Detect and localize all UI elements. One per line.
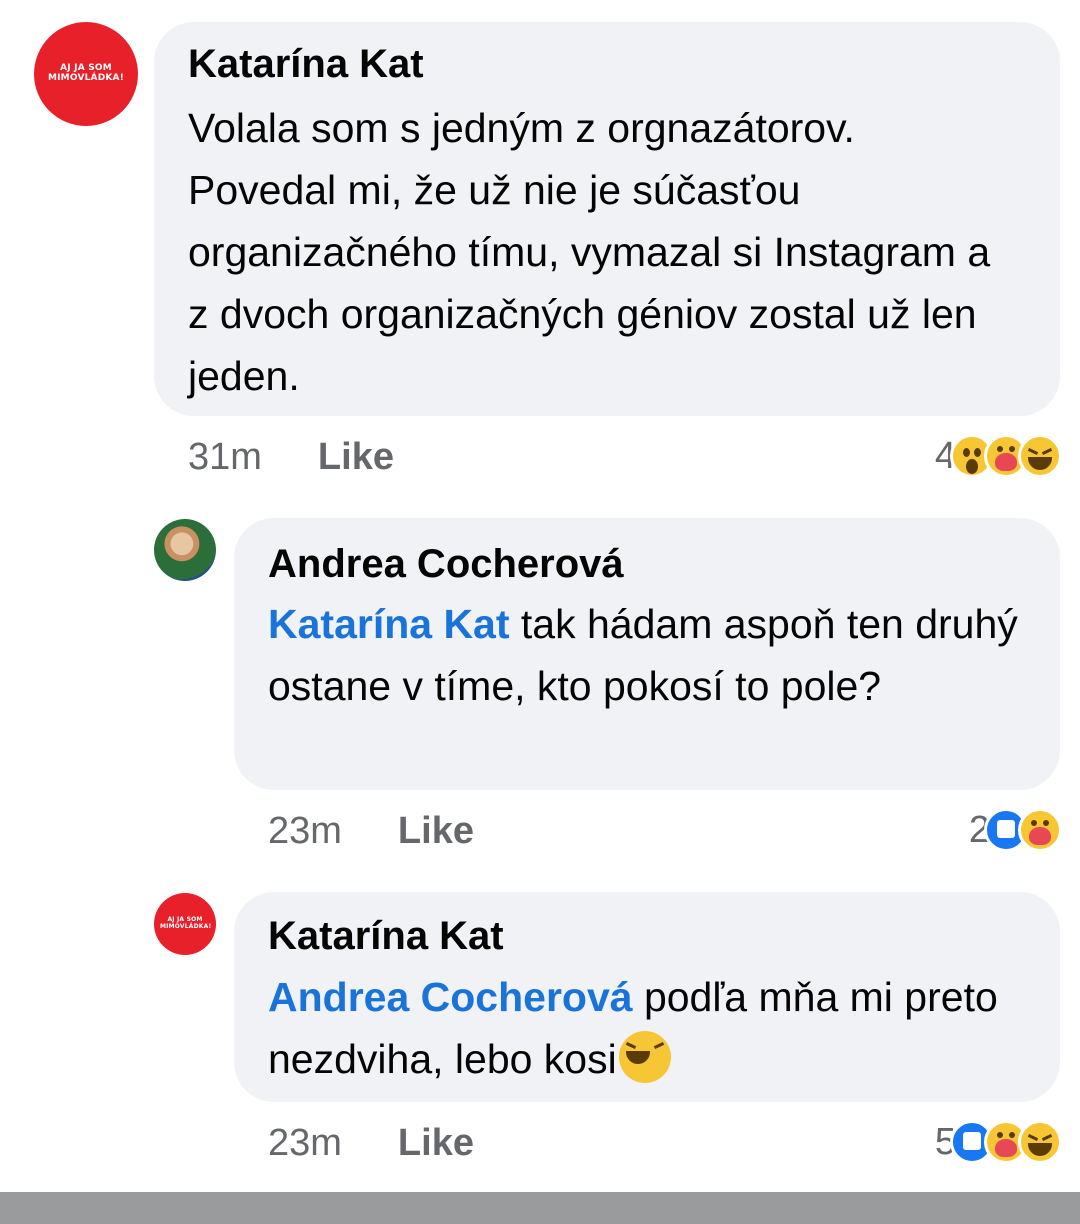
comment-meta: 31m Like <box>188 436 394 479</box>
reactions-summary[interactable]: 4 <box>935 434 1062 478</box>
comment-time[interactable]: 31m <box>188 436 262 479</box>
mention-link[interactable]: Andrea Cocherová <box>268 974 633 1020</box>
haha-icon <box>1018 1120 1062 1164</box>
comment-bubble: Katarína Kat Andrea Cocherová podľa mňa … <box>234 892 1060 1102</box>
comment-bubble: Andrea Cocherová Katarína Kat tak hádam … <box>234 518 1060 790</box>
comment-text-wrapper: Katarína Kat tak hádam aspoň ten druhý o… <box>268 593 1018 717</box>
avatar[interactable]: AJ JA SOM MIMOVLÁDKA! <box>154 893 216 955</box>
comment-text-wrapper: Andrea Cocherová podľa mňa mi preto nezd… <box>268 966 1018 1090</box>
comment-author[interactable]: Katarína Kat <box>268 912 1030 960</box>
avatar-logo-text: AJ JA SOM MIMOVLÁDKA! <box>47 63 125 83</box>
mention-link[interactable]: Katarína Kat <box>268 601 510 647</box>
comment-meta: 23m Like <box>268 1122 474 1165</box>
avatar[interactable] <box>154 519 216 581</box>
reactions-summary[interactable]: 2 <box>969 808 1062 852</box>
avatar-logo-text: AJ JA SOM MIMOVLÁDKA! <box>160 916 212 930</box>
comment-author[interactable]: Katarína Kat <box>188 40 1028 88</box>
comment-time[interactable]: 23m <box>268 1122 342 1165</box>
card-edge <box>0 1178 1080 1192</box>
like-button[interactable]: Like <box>318 436 394 479</box>
care-icon <box>1018 808 1062 852</box>
avatar[interactable]: AJ JA SOM MIMOVLÁDKA! <box>34 22 138 126</box>
comment-time[interactable]: 23m <box>268 810 342 853</box>
bottom-divider <box>0 1192 1080 1224</box>
like-button[interactable]: Like <box>398 810 474 853</box>
like-button[interactable]: Like <box>398 1122 474 1165</box>
laughing-emoji-icon <box>618 1031 671 1083</box>
comment-bubble: Katarína Kat Volala som s jedným z orgna… <box>154 22 1060 416</box>
reactions-summary[interactable]: 5 <box>935 1120 1062 1164</box>
haha-icon <box>1018 434 1062 478</box>
comment-meta: 23m Like <box>268 810 474 853</box>
comment-author[interactable]: Andrea Cocherová <box>268 540 1030 588</box>
comment-text: Volala som s jedným z orgnazátorov. Pove… <box>188 105 991 399</box>
